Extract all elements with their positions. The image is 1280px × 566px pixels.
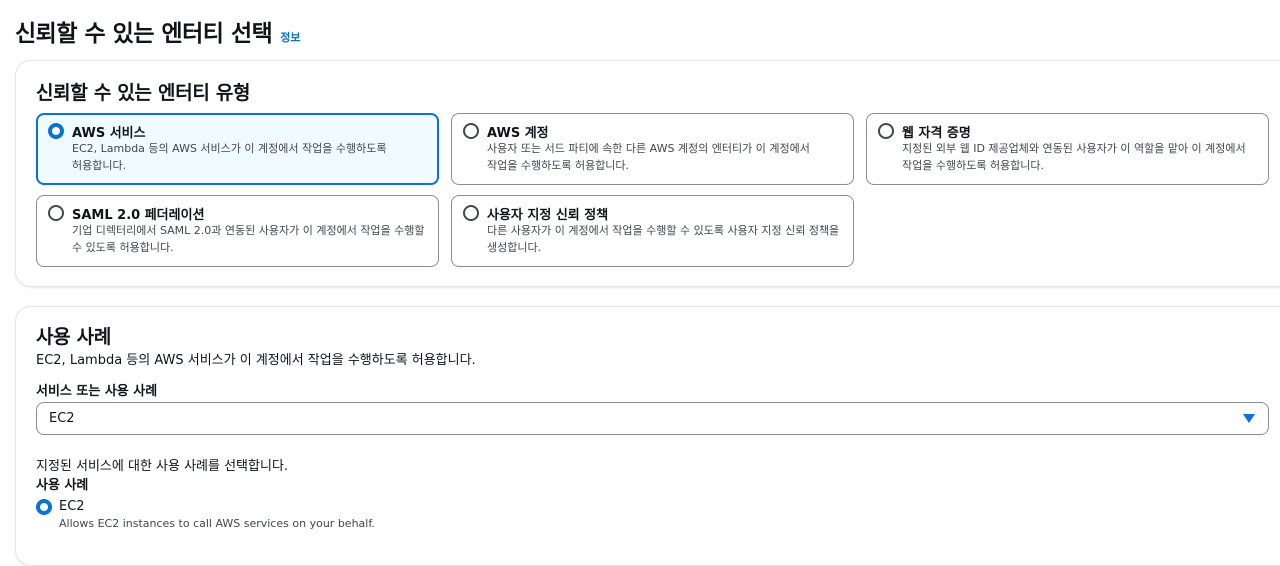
radio-icon[interactable] xyxy=(48,205,64,221)
tile-title: 사용자 지정 신뢰 정책 xyxy=(487,208,609,223)
use-case-option-ec2[interactable]: EC2 Allows EC2 instances to call AWS ser… xyxy=(36,497,436,533)
use-case-description: EC2, Lambda 등의 AWS 서비스가 이 계정에서 작업을 수행하도록… xyxy=(36,353,476,368)
radio-icon[interactable] xyxy=(463,205,479,221)
tile-web-identity[interactable]: 웹 자격 증명 지정된 외부 웹 ID 제공업체와 연동된 사용자가 이 역할을… xyxy=(866,113,1269,185)
use-case-panel: 사용 사례 EC2, Lambda 등의 AWS 서비스가 이 계정에서 작업을… xyxy=(15,306,1280,566)
page-header: 신뢰할 수 있는 엔터티 선택 정보 xyxy=(15,14,301,48)
trusted-entity-type-panel: 신뢰할 수 있는 엔터티 유형 AWS 서비스 EC2, Lambda 등의 A… xyxy=(15,60,1280,287)
tile-description: EC2, Lambda 등의 AWS 서비스가 이 계정에서 작업을 수행하도록… xyxy=(72,142,387,172)
caret-down-icon xyxy=(1243,414,1255,423)
radio-icon[interactable] xyxy=(48,123,64,139)
info-link[interactable]: 정보 xyxy=(280,29,300,45)
service-select-value: EC2 xyxy=(49,411,75,426)
tile-title: SAML 2.0 페더레이션 xyxy=(72,208,205,223)
use-case-heading: 사용 사례 xyxy=(36,326,112,348)
use-case-group-label: 사용 사례 xyxy=(36,478,89,493)
page-title: 신뢰할 수 있는 엔터티 선택 xyxy=(15,21,273,47)
tile-title: AWS 서비스 xyxy=(72,126,146,141)
tile-title: 웹 자격 증명 xyxy=(902,126,971,141)
service-select[interactable]: EC2 xyxy=(36,402,1269,435)
radio-icon[interactable] xyxy=(878,123,894,139)
tile-aws-service[interactable]: AWS 서비스 EC2, Lambda 등의 AWS 서비스가 이 계정에서 작… xyxy=(36,113,439,185)
use-case-option-description: Allows EC2 instances to call AWS service… xyxy=(59,517,375,530)
tile-title: AWS 계정 xyxy=(487,126,549,141)
use-case-option-title: EC2 xyxy=(59,499,85,514)
radio-icon[interactable] xyxy=(463,123,479,139)
tile-aws-account[interactable]: AWS 계정 사용자 또는 서드 파티에 속한 다른 AWS 계정의 엔터티가 … xyxy=(451,113,854,185)
tile-description: 다른 사용자가 이 계정에서 작업을 수행할 수 있도록 사용자 지정 신뢰 정… xyxy=(487,224,840,254)
radio-icon[interactable] xyxy=(36,499,52,515)
use-case-hint: 지정된 서비스에 대한 사용 사례를 선택합니다. xyxy=(36,459,289,474)
trusted-entity-type-heading: 신뢰할 수 있는 엔터티 유형 xyxy=(36,82,251,104)
tile-description: 기업 디렉터리에서 SAML 2.0과 연동된 사용자가 이 계정에서 작업을 … xyxy=(72,224,425,254)
tile-description: 사용자 또는 서드 파티에 속한 다른 AWS 계정의 엔터티가 이 계정에서 … xyxy=(487,142,810,172)
tile-custom-trust-policy[interactable]: 사용자 지정 신뢰 정책 다른 사용자가 이 계정에서 작업을 수행할 수 있도… xyxy=(451,195,854,267)
tile-description: 지정된 외부 웹 ID 제공업체와 연동된 사용자가 이 역할을 맡아 이 계정… xyxy=(902,142,1246,172)
service-select-label: 서비스 또는 사용 사례 xyxy=(36,384,158,399)
tile-saml-federation[interactable]: SAML 2.0 페더레이션 기업 디렉터리에서 SAML 2.0과 연동된 사… xyxy=(36,195,439,267)
